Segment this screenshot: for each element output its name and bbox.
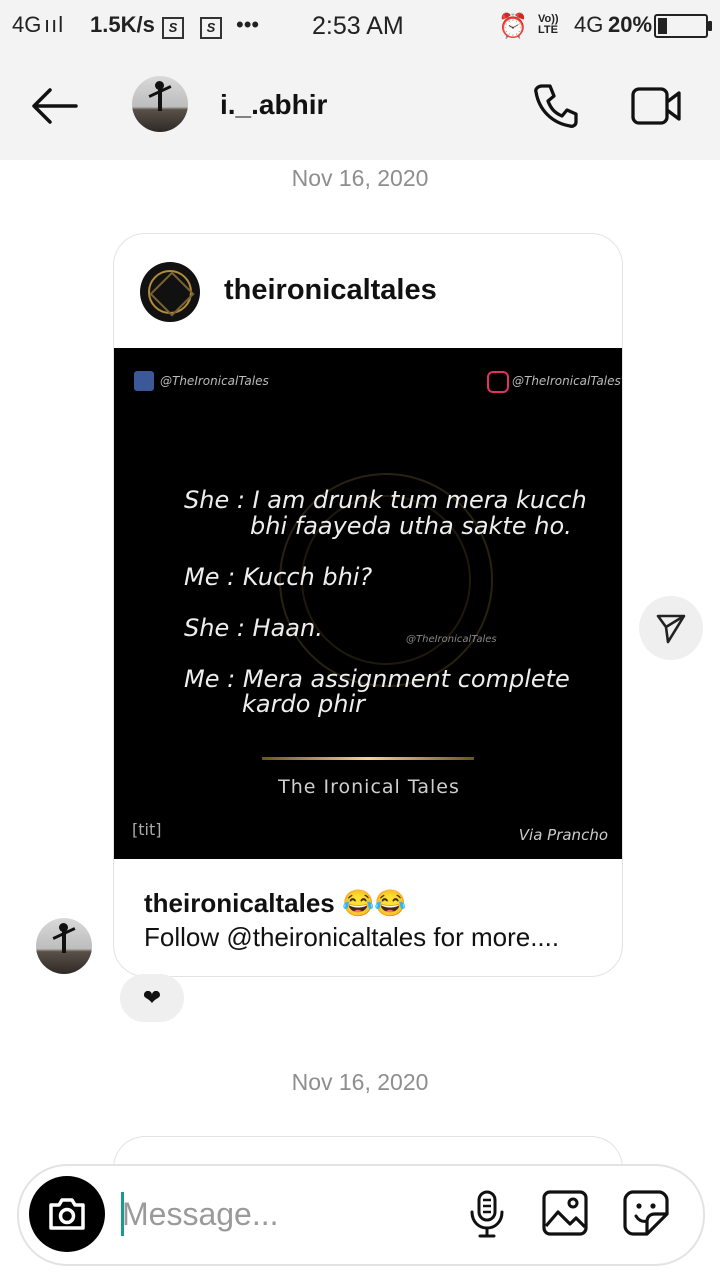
post-line: She : Haan. xyxy=(184,614,323,642)
more-icon: ••• xyxy=(236,12,260,37)
alarm-icon: ⏰ xyxy=(498,13,528,40)
screenshot-icon: S xyxy=(162,12,184,39)
net-speed: 1.5K/s xyxy=(90,12,155,37)
post-account-avatar[interactable] xyxy=(140,262,200,322)
message-input[interactable] xyxy=(122,1188,442,1240)
battery-percent: 20% xyxy=(608,12,653,37)
post-line: bhi faayeda utha sakte ho. xyxy=(250,512,572,540)
message-composer xyxy=(17,1164,705,1266)
send-icon xyxy=(656,614,686,644)
camera-button[interactable] xyxy=(29,1176,105,1252)
status-bar: 4G ııl 1.5K/s S S ••• 2:53 AM ⏰ Vo)) LTE… xyxy=(0,0,720,52)
volte-icon: Vo)) LTE xyxy=(538,13,559,36)
sender-avatar[interactable] xyxy=(36,918,92,974)
date-separator: Nov 16, 2020 xyxy=(291,1069,429,1095)
signal-icon: ııl xyxy=(44,12,65,37)
post-account-name[interactable]: theironicaltales xyxy=(224,274,437,307)
camera-icon xyxy=(49,1198,85,1230)
back-arrow-icon[interactable] xyxy=(28,84,82,128)
share-button[interactable] xyxy=(639,596,703,660)
video-call-icon[interactable] xyxy=(630,82,684,130)
post-credit: Via Prancho xyxy=(518,826,608,844)
sticker-icon[interactable] xyxy=(621,1188,671,1238)
fb-handle: @TheIronicalTales xyxy=(160,374,269,388)
gold-divider xyxy=(262,757,474,760)
post-line: Me : Kucch bhi? xyxy=(184,563,373,591)
ig-handle: @TheIronicalTales xyxy=(512,374,621,388)
battery-icon xyxy=(654,14,712,38)
post-brand: The Ironical Tales xyxy=(278,776,460,798)
post-line: kardo phir xyxy=(242,690,365,718)
network-indicator: 4G xyxy=(12,12,42,37)
caption-account[interactable]: theironicaltales 😂😂 xyxy=(144,888,407,919)
post-image[interactable]: @TheIronicalTales @TheIronicalTales She … xyxy=(114,348,622,859)
heart-reaction[interactable]: ❤ xyxy=(120,974,184,1022)
contact-avatar[interactable] xyxy=(132,76,188,132)
post-watermark: @TheIronicalTales xyxy=(406,634,497,645)
post-tag: [tit] xyxy=(132,820,162,839)
instagram-icon xyxy=(487,371,509,393)
post-line: She : I am drunk tum mera kucch xyxy=(184,486,587,514)
screenshot-icon-2: S xyxy=(200,12,222,39)
network-indicator-2: 4G xyxy=(574,12,604,37)
date-separator: Nov 16, 2020 xyxy=(291,165,429,191)
caption-text: Follow @theironicaltales for more.... xyxy=(144,922,560,952)
contact-username[interactable]: i._.abhir xyxy=(220,89,327,121)
facebook-icon xyxy=(134,371,154,391)
clock: 2:53 AM xyxy=(312,12,404,40)
gallery-icon[interactable] xyxy=(540,1188,590,1238)
chat-header: i._.abhir xyxy=(0,52,720,160)
microphone-icon[interactable] xyxy=(462,1188,512,1238)
post-line: Me : Mera assignment complete xyxy=(184,665,570,693)
shared-post-card[interactable]: theironicaltales @TheIronicalTales @TheI… xyxy=(113,233,623,977)
phone-call-icon[interactable] xyxy=(530,80,582,132)
